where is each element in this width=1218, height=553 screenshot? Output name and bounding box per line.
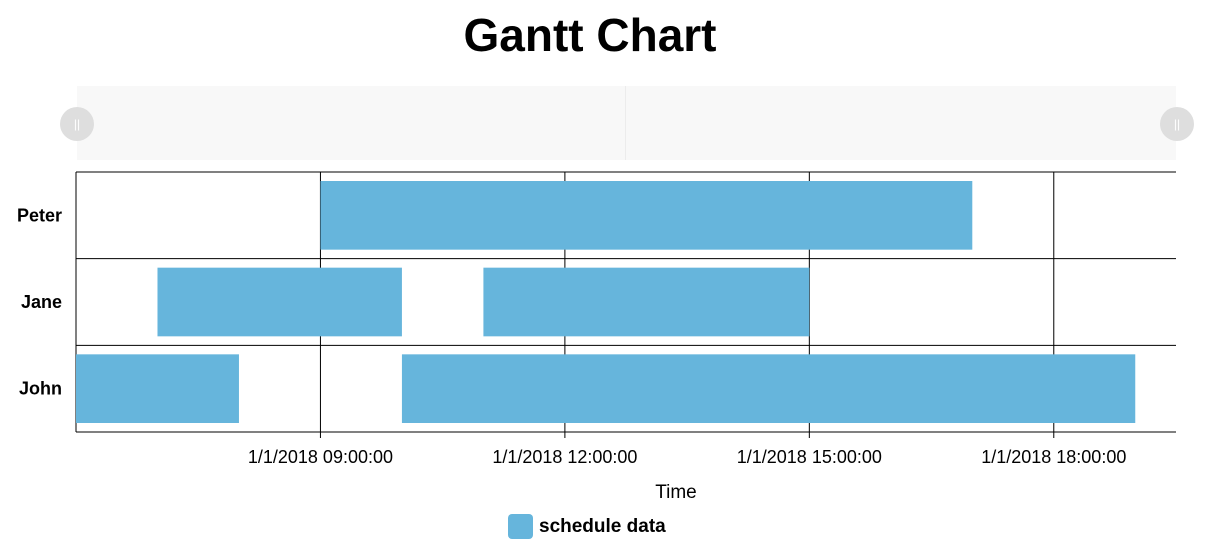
gantt-chart-svg: 1/1/2018 09:00:00 1/1/2018 12:00:00 1/1/20… (17, 171, 1176, 503)
y-category-label: Peter (17, 205, 62, 225)
y-category-label: John (19, 379, 62, 399)
x-tick-label: 1/1/2018 15:00:00 (737, 447, 882, 467)
gantt-task-bar (401, 354, 1136, 423)
y-category-label: Jane (21, 292, 62, 312)
legend[interactable]: schedule data (508, 514, 666, 539)
gantt-task-bar (157, 267, 402, 337)
legend-label: schedule data (539, 515, 666, 537)
x-tick-label: 1/1/2018 09:00:00 (248, 447, 393, 467)
legend-swatch (508, 514, 533, 539)
x-tick-label: 1/1/2018 18:00:00 (981, 447, 1126, 467)
gantt-task-bar (483, 267, 810, 337)
x-tick-label: 1/1/2018 12:00:00 (492, 447, 637, 467)
gantt-task-bar (76, 354, 239, 423)
x-axis-title: Time (655, 482, 697, 503)
gantt-task-bar (320, 181, 973, 250)
